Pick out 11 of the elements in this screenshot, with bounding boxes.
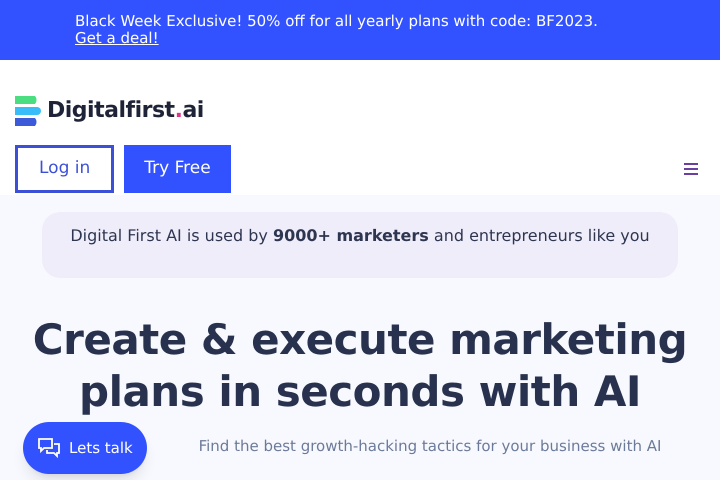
promo-text: Black Week Exclusive! 50% off for all yearly plans with code: BF2023. [75,13,599,30]
menu-icon[interactable] [684,163,698,175]
logo-text: Digitalfirst.ai [47,97,204,125]
chat-bubbles-icon [37,437,61,459]
social-proof-text: Digital First AI is used by 9000+ marketers and entrepreneurs like you [42,212,678,278]
hero-subtitle: Find the best growth-hacking tactics for your business with AI [198,437,662,455]
login-button[interactable]: Log in [15,145,114,193]
chat-button[interactable]: Lets talk [23,422,147,474]
try-free-button[interactable]: Try Free [124,145,231,193]
hero-title: Create & execute marketing plans in seconds with AI [32,314,688,418]
deal-link[interactable]: Get a deal! [75,29,159,47]
